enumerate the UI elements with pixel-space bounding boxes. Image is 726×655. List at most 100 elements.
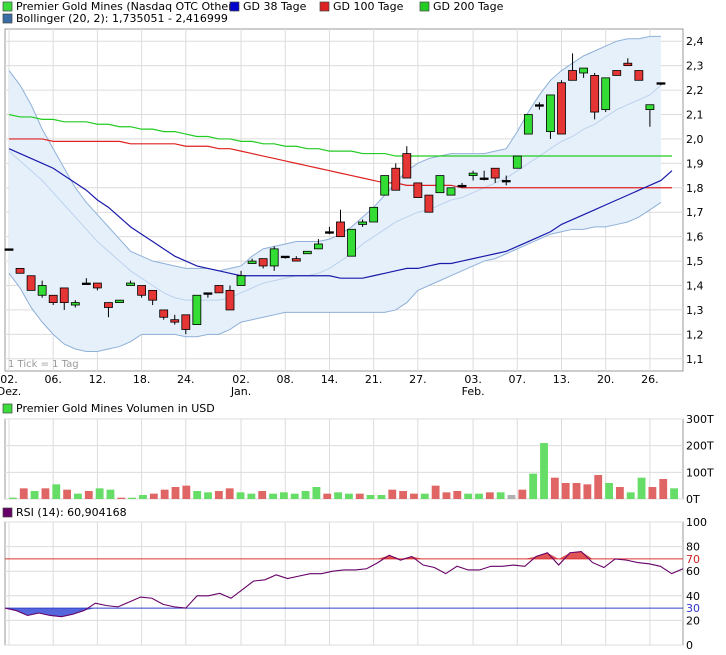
volume-bar xyxy=(269,493,277,499)
candle-body xyxy=(148,289,158,301)
candle-body xyxy=(4,248,14,251)
tick-note: 1 Tick = 1 Tag xyxy=(8,359,79,370)
volume-bar xyxy=(279,492,288,499)
legend-label: GD 38 Tage xyxy=(243,0,307,13)
volume-bar xyxy=(247,493,256,499)
candle-body xyxy=(435,175,445,194)
candle-body xyxy=(546,94,555,133)
volume-bar xyxy=(518,489,527,499)
y-tick-label: 1,9 xyxy=(686,157,704,170)
legend-swatch xyxy=(2,403,13,414)
volume-bar xyxy=(594,475,603,499)
candle-body xyxy=(535,104,544,107)
x-tick-month: Feb. xyxy=(462,385,485,398)
y-tick-label: 2,2 xyxy=(686,84,704,97)
y-tick-label: 70 xyxy=(686,553,700,566)
volume-bar xyxy=(41,488,50,499)
legend-swatch xyxy=(229,1,240,12)
x-tick-label: 06. xyxy=(44,373,62,386)
x-tick-label: 12. xyxy=(89,373,107,386)
y-tick-label: 1,6 xyxy=(686,231,704,244)
candle-body xyxy=(468,172,478,176)
volume-bar xyxy=(334,492,342,499)
volume-bar xyxy=(420,493,429,499)
candle-body xyxy=(413,182,423,198)
legend-label: GD 200 Tage xyxy=(433,0,504,13)
volume-legend: Premier Gold Mines Volumen in USD xyxy=(2,402,215,415)
x-tick-label: 08. xyxy=(277,373,295,386)
candle-body xyxy=(269,248,279,267)
candle-body xyxy=(192,294,202,325)
candle-body xyxy=(325,231,334,234)
y-tick-label: 40 xyxy=(686,590,700,603)
x-tick-label: 27. xyxy=(409,373,427,386)
candle-body xyxy=(446,187,456,196)
volume-bar xyxy=(572,483,581,499)
volume-bar xyxy=(605,483,613,499)
volume-bar xyxy=(117,497,126,499)
candle-body xyxy=(280,255,290,259)
candle-body xyxy=(634,70,644,81)
volume-bar xyxy=(128,497,137,499)
y-tick-label: 300T xyxy=(686,413,714,426)
volume-bar xyxy=(561,483,570,499)
stock-chart: Premier Gold Mines (Nasdaq OTC Other) GD … xyxy=(0,0,714,652)
rsi-legend: RSI (14): 60,904168 xyxy=(2,506,127,519)
candle-body xyxy=(336,221,345,238)
x-tick-label: 14. xyxy=(321,373,339,386)
candle-body xyxy=(48,294,58,303)
y-tick-label: 1,3 xyxy=(686,304,704,317)
volume-bar xyxy=(550,477,559,499)
volume-bar xyxy=(182,485,191,499)
volume-bar xyxy=(355,493,364,499)
candle-body xyxy=(457,184,467,188)
y-tick-label: 200T xyxy=(686,440,714,453)
volume-bar xyxy=(648,487,657,499)
volume-bar xyxy=(171,487,180,499)
candle-body xyxy=(203,292,213,295)
candle-body xyxy=(568,70,577,81)
volume-bar xyxy=(464,493,473,499)
panel-frame xyxy=(4,521,684,646)
x-tick-label: 18. xyxy=(133,373,151,386)
candle-body xyxy=(501,180,511,183)
volume-bar xyxy=(475,493,483,499)
candle-body xyxy=(590,75,600,113)
candle-body xyxy=(104,302,113,308)
volume-bar xyxy=(442,492,451,499)
volume-bar xyxy=(258,491,267,499)
volume-bar xyxy=(670,488,678,499)
volume-bar xyxy=(63,489,72,499)
y-tick-label: 1,8 xyxy=(686,182,704,195)
candle-body xyxy=(523,114,533,135)
candle-body xyxy=(137,285,147,296)
candle-body xyxy=(214,285,224,294)
legend-swatch xyxy=(2,13,13,24)
volume-bar xyxy=(388,489,397,499)
volume-bar xyxy=(9,497,17,499)
candle-body xyxy=(391,167,401,191)
volume-bar xyxy=(139,495,147,499)
volume-bar xyxy=(377,495,386,499)
volume-bar xyxy=(399,491,408,499)
volume-bar xyxy=(496,492,505,499)
candle-body xyxy=(247,260,257,264)
candle-body xyxy=(612,70,622,76)
x-tick-label: 20. xyxy=(597,373,615,386)
candle-body xyxy=(170,319,180,323)
volume-bar xyxy=(615,487,624,499)
candle-body xyxy=(424,194,434,213)
candle-body xyxy=(181,314,191,330)
candle-body xyxy=(59,287,69,304)
y-tick-label: 1,4 xyxy=(686,280,704,293)
volume-bar xyxy=(626,492,635,499)
volume-bar xyxy=(204,492,212,499)
candle-body xyxy=(402,153,412,179)
legend-swatch xyxy=(2,507,13,518)
volume-bar xyxy=(236,492,245,499)
price-panel: 1,1 1,2 1,3 1,4 1,5 1,6 1,7 1,8 1,9 2,0 2,1 2,2 2,3 2… xyxy=(0,28,704,398)
y-tick-label: 2,4 xyxy=(686,35,704,48)
candle-body xyxy=(236,275,246,286)
y-tick-label: 0T xyxy=(686,493,700,506)
volume-bar xyxy=(95,488,104,499)
